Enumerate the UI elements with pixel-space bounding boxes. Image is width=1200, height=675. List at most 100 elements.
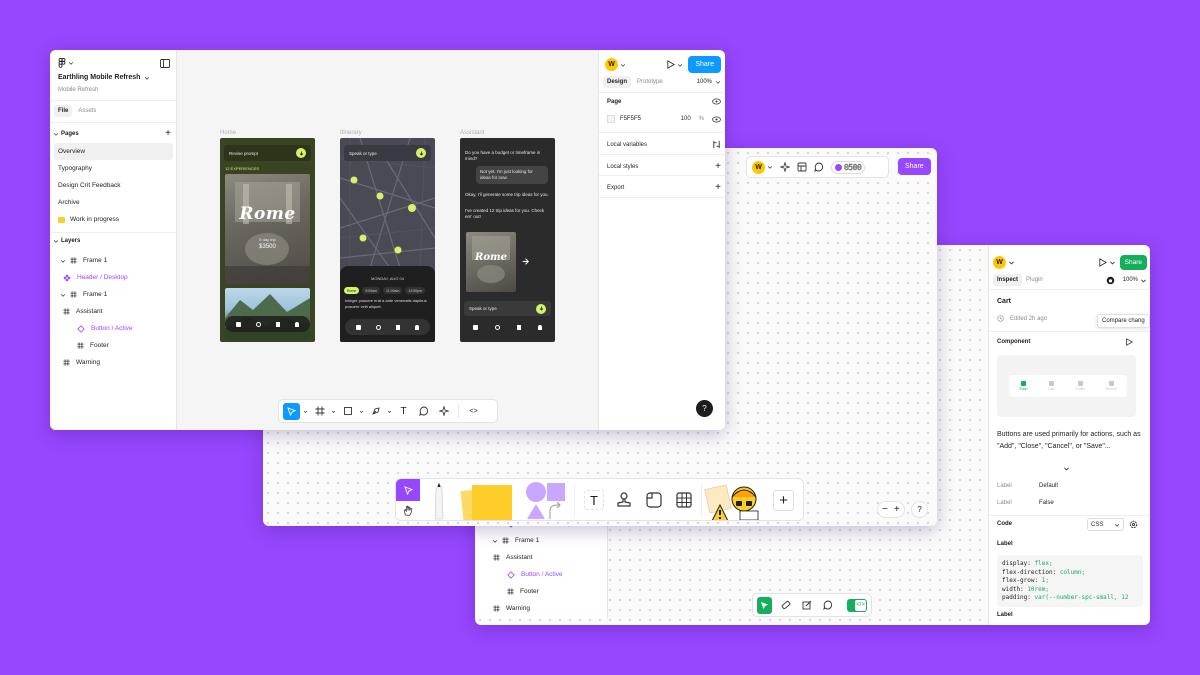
comment-tool-icon[interactable] xyxy=(415,403,432,420)
more-tools-icon[interactable]: + xyxy=(773,490,794,511)
section-tool-icon[interactable] xyxy=(645,491,663,509)
chat-icon[interactable] xyxy=(814,162,824,172)
chevron-down-icon[interactable] xyxy=(331,409,336,414)
time-chip[interactable]: 9:00am xyxy=(362,287,380,294)
nav-compass-icon[interactable] xyxy=(495,325,500,330)
nav-travel-icon[interactable] xyxy=(236,322,241,327)
page-fill-row[interactable]: F5F5F5 100 % xyxy=(607,115,721,123)
tab-inspect[interactable]: Inspect xyxy=(993,274,1022,286)
home-frame[interactable]: Revise prompt 12 EXPERIENCES Rome 5 day … xyxy=(220,138,315,342)
dev-mode-icon[interactable]: <> xyxy=(465,403,482,420)
move-tool-icon[interactable] xyxy=(283,403,300,420)
page-item[interactable]: Work in progress xyxy=(54,211,173,228)
shapes-tool-icon[interactable] xyxy=(520,479,570,521)
timer-widget[interactable]: 0500 xyxy=(831,161,865,174)
trip-card[interactable]: Rome xyxy=(466,232,516,292)
chevron-down-icon[interactable] xyxy=(387,409,392,414)
layer-item[interactable]: Frame 1 xyxy=(53,286,173,303)
layer-item[interactable]: Frame 1 xyxy=(485,532,605,549)
revise-prompt-input[interactable]: Revise prompt xyxy=(229,151,258,156)
local-variables-label[interactable]: Local variables xyxy=(607,142,647,148)
page-fill-hex[interactable]: F5F5F5 xyxy=(620,116,641,122)
layer-item[interactable]: Button / Active xyxy=(485,566,605,583)
nav-profile-icon[interactable] xyxy=(415,325,419,330)
page-fill-swatch[interactable] xyxy=(607,115,615,123)
layer-item[interactable]: Button / Active xyxy=(53,320,173,337)
code-block[interactable]: display: flex;flex-direction: column;fle… xyxy=(997,555,1143,607)
nav-profile-icon[interactable] xyxy=(295,322,299,327)
zoom-in-icon[interactable]: + xyxy=(894,504,900,515)
page-item[interactable]: Typography xyxy=(54,160,173,177)
rectangle-tool-icon[interactable] xyxy=(339,403,356,420)
actions-tool-icon[interactable] xyxy=(435,403,452,420)
page-item[interactable]: Overview xyxy=(54,143,173,160)
layer-item[interactable]: Header / Desktop xyxy=(53,269,173,286)
nav-profile-icon[interactable] xyxy=(538,325,542,330)
page-item[interactable]: Design Crit Feedback xyxy=(54,177,173,194)
zoom-out-icon[interactable]: − xyxy=(882,504,888,515)
zoom-level[interactable]: 100% xyxy=(697,79,712,85)
help-button[interactable]: ? xyxy=(696,400,713,417)
file-name[interactable]: Earthling Mobile Refresh xyxy=(58,74,140,81)
tab-plugin[interactable]: Plugin xyxy=(1022,274,1047,286)
variables-icon[interactable] xyxy=(712,140,721,149)
hand-tool-icon[interactable] xyxy=(399,502,416,519)
layout-icon[interactable] xyxy=(797,162,807,172)
mic-icon[interactable] xyxy=(536,304,546,314)
layer-item[interactable]: Warning xyxy=(485,600,605,617)
tab-file[interactable]: File xyxy=(54,105,72,117)
frame-tool-icon[interactable] xyxy=(311,403,328,420)
text-tool-icon[interactable]: T xyxy=(395,403,412,420)
sticky-note-tool-icon[interactable] xyxy=(456,479,518,521)
sparkle-icon[interactable] xyxy=(780,162,790,172)
stickers-tool-icon[interactable] xyxy=(704,479,764,521)
speak-or-type-input[interactable]: Speak or type xyxy=(349,151,377,156)
chevron-down-icon[interactable] xyxy=(60,258,66,264)
sidebar-toggle-icon[interactable] xyxy=(160,59,170,68)
chevron-down-icon[interactable] xyxy=(60,292,66,298)
marker-tool-icon[interactable] xyxy=(424,479,454,521)
add-page-icon[interactable]: + xyxy=(165,128,171,139)
layer-item[interactable]: Footer xyxy=(53,337,173,354)
project-name[interactable]: Mobile Refresh xyxy=(58,87,98,93)
chevron-down-icon[interactable] xyxy=(1063,465,1070,472)
share-button[interactable]: Share xyxy=(1120,255,1147,270)
share-button[interactable]: Share xyxy=(898,158,931,175)
page-fill-opacity[interactable]: 100 xyxy=(681,116,691,122)
layer-item[interactable]: Assistant xyxy=(53,303,173,320)
move-tool-icon[interactable] xyxy=(757,597,772,614)
text-tool-icon[interactable]: T xyxy=(584,490,604,510)
measure-tool-icon[interactable] xyxy=(778,597,793,614)
code-language-select[interactable]: CSS xyxy=(1087,518,1124,531)
nav-travel-icon[interactable] xyxy=(473,325,478,330)
arrow-right-icon[interactable] xyxy=(522,258,529,265)
comment-tool-icon[interactable] xyxy=(820,597,835,614)
mountain-card[interactable] xyxy=(225,288,310,340)
chevron-down-icon[interactable] xyxy=(53,238,59,244)
itinerary-frame[interactable]: Speak or type MONDAY, AUG 04 Rome9:00am1… xyxy=(340,138,435,342)
local-styles-label[interactable]: Local styles xyxy=(607,164,638,170)
nav-compass-icon[interactable] xyxy=(376,325,381,330)
visibility-icon[interactable] xyxy=(712,98,721,105)
layer-item[interactable]: Warning xyxy=(53,354,173,371)
eye-icon[interactable] xyxy=(712,116,721,123)
chevron-down-icon[interactable] xyxy=(53,131,59,137)
table-tool-icon[interactable] xyxy=(675,491,693,509)
mic-icon[interactable] xyxy=(416,148,426,158)
chevron-down-icon[interactable] xyxy=(492,538,498,544)
time-chip[interactable]: Rome xyxy=(344,287,359,294)
add-style-icon[interactable]: + xyxy=(715,161,721,172)
time-chip[interactable]: 12:00pm xyxy=(405,287,425,294)
mic-icon[interactable] xyxy=(296,148,306,158)
assistant-frame[interactable]: Do you have a budget or timeframe in min… xyxy=(460,138,555,342)
annotate-tool-icon[interactable] xyxy=(799,597,814,614)
tab-prototype[interactable]: Prototype xyxy=(631,76,669,88)
page-item[interactable]: Archive xyxy=(54,194,173,211)
user-avatar[interactable]: W xyxy=(752,161,765,174)
select-tool-icon[interactable] xyxy=(396,479,420,501)
share-button[interactable]: Share xyxy=(688,56,721,73)
zoom-level[interactable]: 100% xyxy=(1123,277,1138,283)
tab-design[interactable]: Design xyxy=(603,76,631,88)
user-avatar[interactable]: W xyxy=(605,58,618,71)
play-icon[interactable] xyxy=(1098,258,1107,267)
